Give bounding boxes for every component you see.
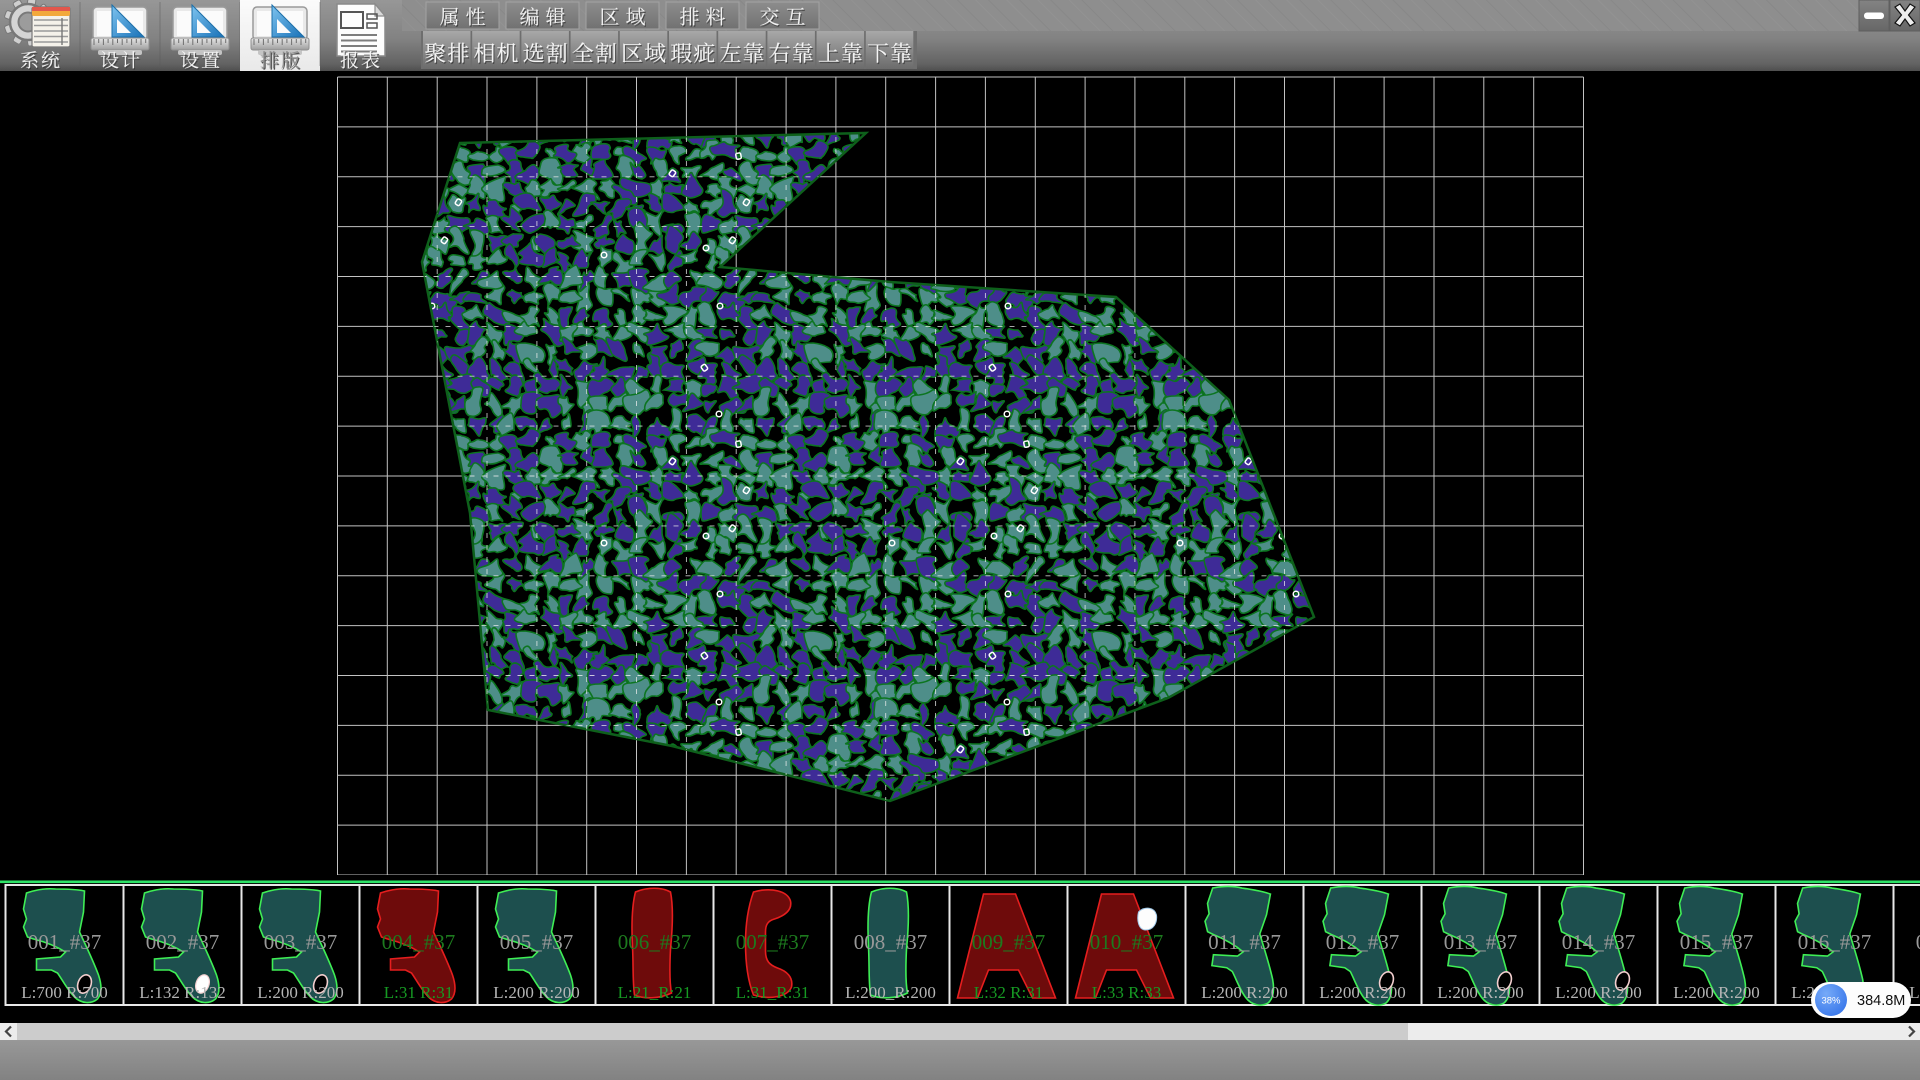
svg-text:L:31 R:31: L:31 R:31	[384, 983, 453, 1002]
svg-text:010_#37: 010_#37	[1090, 930, 1164, 954]
svg-text:009_#37: 009_#37	[972, 930, 1046, 954]
svg-text:003_#37: 003_#37	[264, 930, 338, 954]
svg-text:L:31_R:31: L:31_R:31	[736, 983, 810, 1002]
svg-text:L:200 R:200: L:200 R:200	[257, 983, 343, 1002]
svg-text:005_#37: 005_#37	[500, 930, 574, 954]
svg-text:016_#37: 016_#37	[1798, 930, 1872, 954]
svg-text:L:200 R:200: L:200 R:200	[1555, 983, 1641, 1002]
svg-text:004_#37: 004_#37	[382, 930, 456, 954]
svg-text:015_#37: 015_#37	[1680, 930, 1754, 954]
svg-text:014_#37: 014_#37	[1562, 930, 1636, 954]
svg-text:002_#37: 002_#37	[146, 930, 220, 954]
svg-text:011_#37: 011_#37	[1208, 930, 1281, 954]
svg-text:38%: 38%	[1821, 996, 1841, 1007]
svg-text:L:200 R:200: L:200 R:200	[1673, 983, 1759, 1002]
svg-text:L:700 R:700: L:700 R:700	[21, 983, 107, 1002]
svg-text:017_#37: 017_#37	[1916, 930, 1920, 954]
svg-text:007_#37: 007_#37	[736, 930, 810, 954]
svg-text:L:200_R:200: L:200_R:200	[845, 983, 936, 1002]
svg-text:013_#37: 013_#37	[1444, 930, 1518, 954]
svg-text:L:21_R:21: L:21_R:21	[618, 983, 692, 1002]
svg-text:384.8M: 384.8M	[1857, 993, 1905, 1009]
svg-text:008_#37: 008_#37	[854, 930, 928, 954]
svg-text:L:200 R:200: L:200 R:200	[1201, 983, 1287, 1002]
svg-text:L:132 R:132: L:132 R:132	[139, 983, 225, 1002]
svg-text:012_#37: 012_#37	[1326, 930, 1400, 954]
svg-text:L:32 R:31: L:32 R:31	[974, 983, 1043, 1002]
svg-text:001_#37: 001_#37	[28, 930, 102, 954]
svg-text:L:33 R:33: L:33 R:33	[1092, 983, 1161, 1002]
svg-text:L:200 R:200: L:200 R:200	[493, 983, 579, 1002]
svg-text:L:200 R:200: L:200 R:200	[1319, 983, 1405, 1002]
svg-text:006_#37: 006_#37	[618, 930, 692, 954]
svg-text:L:200 R:200: L:200 R:200	[1437, 983, 1523, 1002]
